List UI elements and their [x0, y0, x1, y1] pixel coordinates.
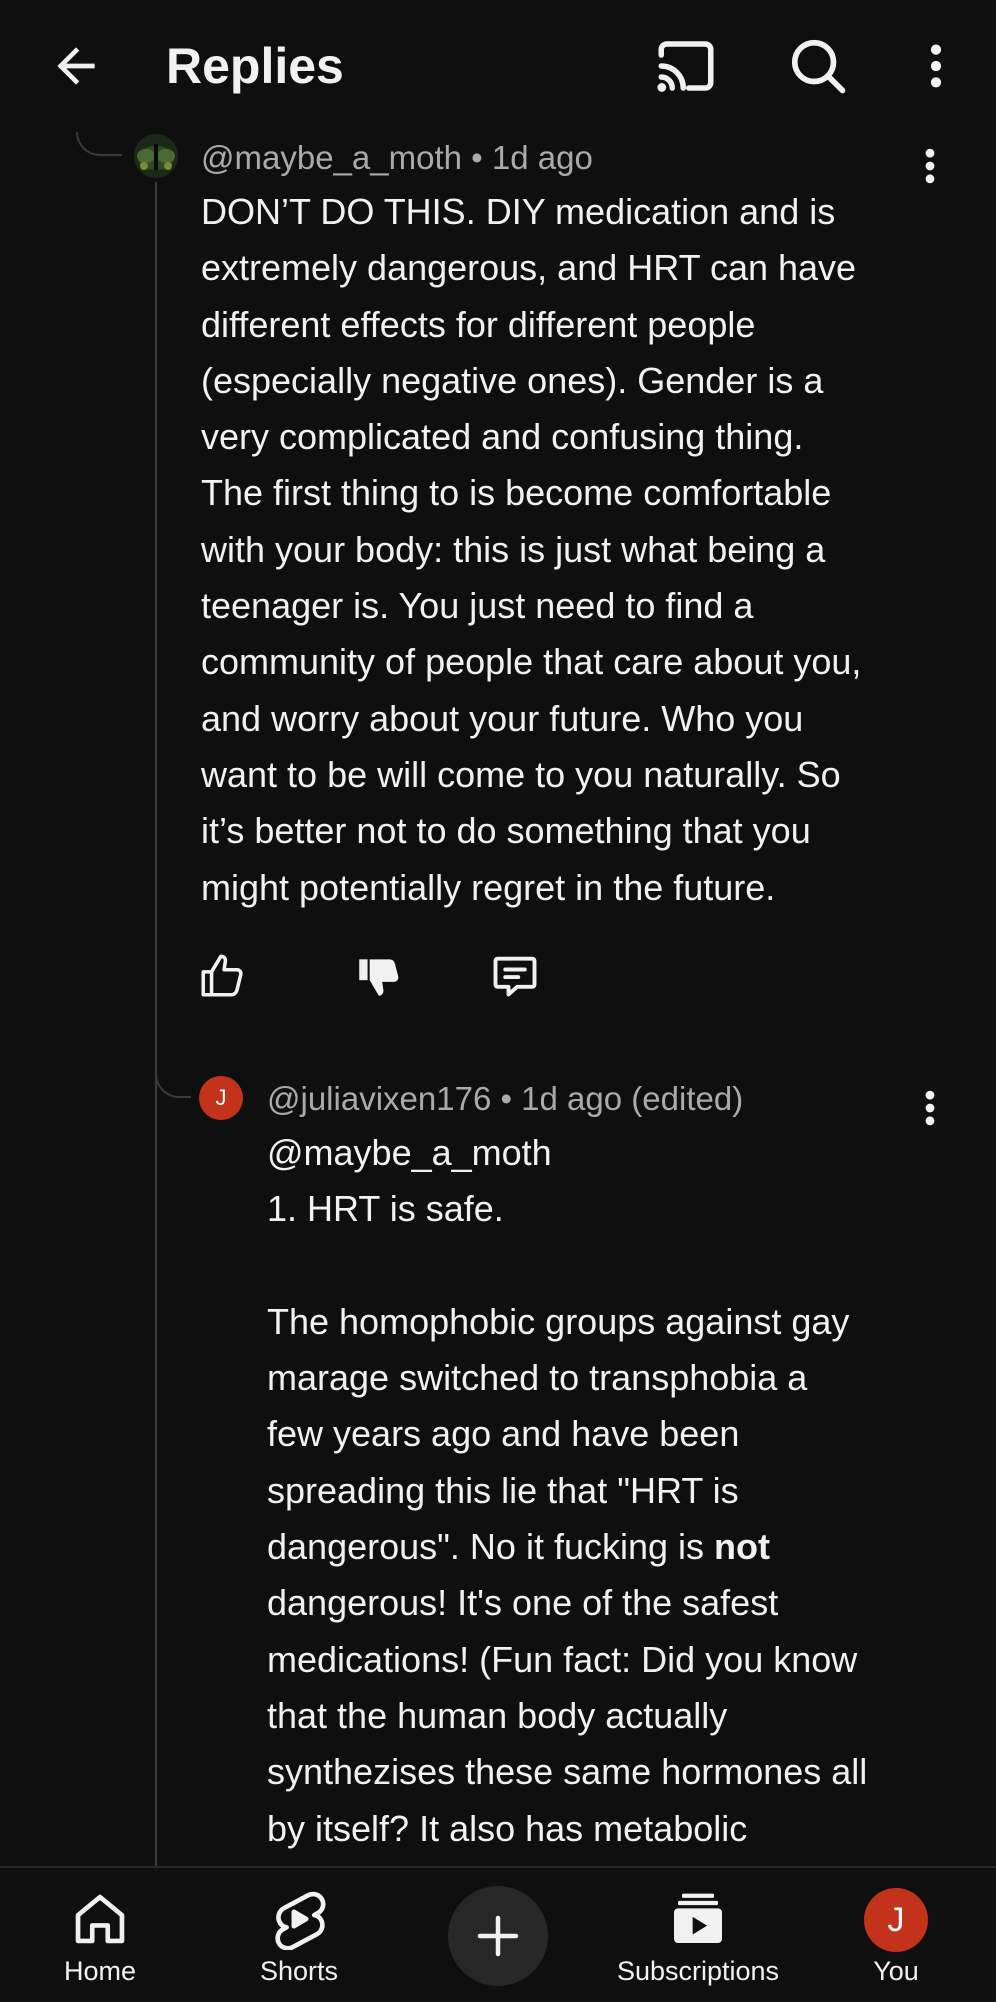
search-icon[interactable]	[782, 30, 854, 102]
nav-home-label: Home	[63, 1956, 137, 1986]
nav-subscriptions[interactable]: Subscriptions	[598, 1868, 798, 2000]
reply-meta: @juliavixen176 • 1d ago (edited)	[267, 1080, 744, 1117]
comment-meta: @maybe_a_moth • 1d ago	[201, 139, 593, 176]
nav-shorts-label: Shorts	[259, 1956, 339, 1986]
nav-you-label: You	[873, 1956, 919, 1986]
home-icon	[65, 1884, 135, 1954]
page-title: Replies	[166, 38, 344, 94]
shorts-icon	[264, 1884, 334, 1954]
create-plus-icon	[477, 1915, 519, 1957]
moth-avatar[interactable]	[134, 134, 178, 178]
reply-body-bold: not	[714, 1526, 770, 1568]
more-vert-icon[interactable]	[900, 30, 972, 102]
thread-connector	[76, 132, 122, 156]
reply-body-text-continued: dangerous! It's one of the safest medica…	[267, 1582, 868, 1849]
back-arrow-icon[interactable]	[40, 30, 112, 102]
nav-you[interactable]: J You	[846, 1868, 946, 2000]
like-icon[interactable]	[190, 944, 254, 1008]
create-button[interactable]	[448, 1886, 548, 1986]
nav-subscriptions-label: Subscriptions	[616, 1956, 780, 1986]
dislike-icon[interactable]	[346, 944, 410, 1008]
subscriptions-icon	[663, 1884, 733, 1954]
nav-shorts[interactable]: Shorts	[239, 1868, 359, 2000]
nav-home[interactable]: Home	[40, 1868, 160, 2000]
thread-line	[155, 182, 157, 1868]
comment-body: DON’T DO THIS. DIY medication and is ext…	[201, 191, 862, 908]
reply-icon[interactable]	[483, 944, 547, 1008]
reply-body-text: @maybe_a_moth 1. HRT is safe. The homoph…	[267, 1132, 850, 1568]
thread-connector	[155, 1040, 191, 1098]
you-avatar: J	[864, 1888, 928, 1952]
reply-body: @maybe_a_moth 1. HRT is safe. The homoph…	[267, 1125, 967, 1857]
user-avatar[interactable]: J	[199, 1076, 243, 1120]
bottom-navigation: Home Shorts Subscriptions J You	[0, 1866, 996, 2002]
top-app-bar: Replies	[0, 0, 996, 132]
cast-icon[interactable]	[650, 30, 722, 102]
